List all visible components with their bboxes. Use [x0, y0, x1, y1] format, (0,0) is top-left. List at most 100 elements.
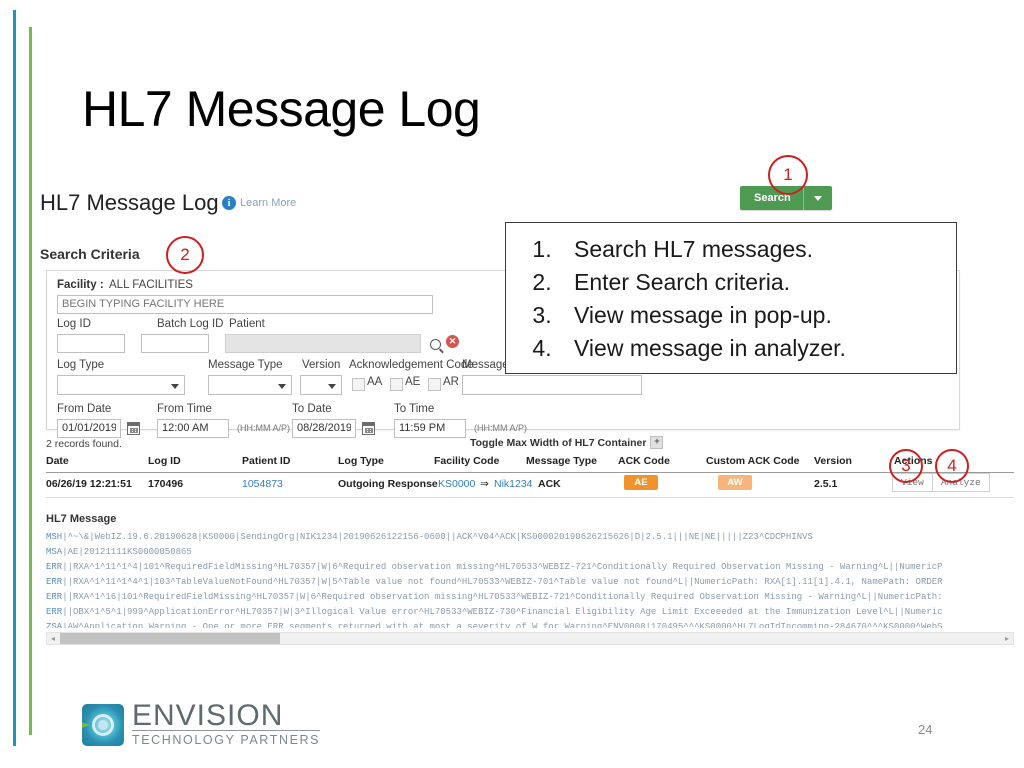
- marker-3: 3: [889, 449, 923, 483]
- message-type-label: Message Type: [208, 359, 283, 371]
- ack-checkbox-aa[interactable]: [352, 378, 365, 391]
- marker-2: 2: [166, 236, 204, 274]
- hl7-segment-text: |^~\&|WebIZ.19.6.20190628|KS0000|Sending…: [62, 532, 813, 542]
- column-header-log-type[interactable]: Log Type: [338, 455, 384, 467]
- cell-custom-ack-code-badge: AW: [718, 475, 752, 490]
- search-criteria-heading: Search Criteria: [40, 246, 140, 262]
- ack-checkbox-ae[interactable]: [390, 378, 403, 391]
- hl7-segment-id: ERR: [46, 562, 63, 572]
- cell-ack-code-badge: AE: [624, 475, 658, 490]
- envision-logo: ENVISION TECHNOLOGY PARTNERS: [82, 701, 321, 747]
- column-header-log-id[interactable]: Log ID: [148, 455, 181, 467]
- from-time-hint: (HH:MM A/P): [237, 423, 290, 433]
- from-time-label: From Time: [157, 403, 212, 415]
- info-icon: i: [222, 196, 236, 210]
- search-dropdown-toggle[interactable]: [802, 186, 832, 210]
- patient-input[interactable]: [225, 334, 421, 353]
- message-text-input[interactable]: [462, 375, 642, 395]
- column-header-message-type[interactable]: Message Type: [526, 455, 597, 467]
- hl7-segment-text: ||RXA^1^16|101^RequiredFieldMissing^HL70…: [62, 592, 943, 602]
- facility-value: ALL FACILITIES: [109, 279, 193, 291]
- clear-x-icon[interactable]: ✕: [446, 335, 459, 348]
- table-header-row: Date Log ID Patient ID Log Type Facility…: [46, 452, 1014, 473]
- marker-4: 4: [935, 449, 969, 483]
- hl7-segment-id: ZSA: [46, 622, 63, 628]
- hl7-line: MSA|AE|20121111KS0000050865: [46, 545, 1014, 560]
- version-label: Version: [302, 359, 341, 371]
- hl7-line: ERR||RXA^1^16|101^RequiredFieldMissing^H…: [46, 590, 1014, 605]
- instruction-item: Search HL7 messages.: [558, 233, 956, 266]
- hl7-line: ERR||OBX^1^5^1|999^ApplicationError^HL70…: [46, 605, 1014, 620]
- toggle-max-width-label: Toggle Max Width of HL7 Container: [470, 436, 647, 449]
- calendar-icon[interactable]: [362, 422, 375, 435]
- magnifier-icon[interactable]: [430, 337, 441, 355]
- cell-message-type: ACK: [538, 478, 561, 490]
- hl7-segment-text: ||RXA^1^11^1^4|101^RequiredFieldMissing^…: [62, 562, 943, 572]
- log-type-select[interactable]: [57, 375, 185, 395]
- green-arrow-icon: [82, 717, 90, 732]
- cell-version: 2.5.1: [814, 478, 838, 490]
- hl7-message-body[interactable]: MSH|^~\&|WebIZ.19.6.20190628|KS0000|Send…: [46, 530, 1014, 628]
- learn-more-link[interactable]: i Learn More: [222, 196, 296, 210]
- ack-checkbox-ar[interactable]: [428, 378, 441, 391]
- page-number: 24: [918, 722, 933, 737]
- log-id-label: Log ID: [57, 318, 91, 330]
- cell-facility-to[interactable]: Nik1234: [494, 478, 533, 490]
- table-row[interactable]: 06/26/19 12:21:51 170496 1054873 Outgoin…: [46, 473, 1014, 498]
- column-header-version[interactable]: Version: [814, 455, 852, 467]
- hl7-horizontal-scrollbar[interactable]: ◂ ▸: [46, 632, 1014, 645]
- version-select[interactable]: [300, 375, 342, 395]
- instructions-callout: Search HL7 messages. Enter Search criter…: [505, 222, 957, 374]
- patient-label: Patient: [229, 318, 265, 330]
- toggle-max-width-control[interactable]: Toggle Max Width of HL7 Container +: [470, 436, 664, 449]
- hl7-segment-id: MSA: [46, 547, 63, 557]
- plus-icon: +: [650, 436, 664, 449]
- arrow-icon: ⇒: [480, 478, 489, 490]
- ack-option-label-ar: AR: [443, 376, 459, 388]
- ack-option-label-ae: AE: [405, 376, 421, 388]
- scroll-left-arrow-icon[interactable]: ◂: [47, 634, 59, 643]
- hl7-line: MSH|^~\&|WebIZ.19.6.20190628|KS0000|Send…: [46, 530, 1014, 545]
- chevron-down-icon: [278, 384, 286, 389]
- hl7-line: ERR||RXA^1^11^1^4^1|103^TableValueNotFou…: [46, 575, 1014, 590]
- caret-down-icon: [813, 195, 822, 201]
- logo-tagline: TECHNOLOGY PARTNERS: [132, 733, 321, 747]
- accent-rule-teal: [13, 10, 16, 746]
- marker-1: 1: [768, 155, 808, 195]
- accent-rule-green: [29, 27, 32, 735]
- hl7-segment-id: ERR: [46, 577, 63, 587]
- to-time-input[interactable]: [394, 419, 466, 438]
- column-header-custom-ack-code[interactable]: Custom ACK Code: [706, 455, 800, 467]
- from-time-input[interactable]: [157, 419, 229, 438]
- to-time-hint: (HH:MM A/P): [474, 423, 527, 433]
- cell-facility-from[interactable]: KS0000: [438, 478, 475, 490]
- hl7-segment-id: ERR: [46, 592, 63, 602]
- calendar-icon[interactable]: [127, 422, 140, 435]
- slide-canvas: HL7 Message Log HL7 Message Log i Learn …: [0, 0, 1024, 768]
- hl7-segment-text: ||RXA^1^11^1^4^1|103^TableValueNotFound^…: [62, 577, 943, 587]
- facility-label: Facility :: [57, 279, 104, 291]
- cell-patient-id[interactable]: 1054873: [242, 478, 283, 490]
- cell-log-id: 170496: [148, 478, 184, 490]
- hl7-segment-id: ERR: [46, 607, 63, 617]
- hl7-segment-text: |AE|20121111KS0000050865: [62, 547, 192, 557]
- hl7-segment-text: ||OBX^1^5^1|999^ApplicationError^HL70357…: [62, 607, 943, 617]
- from-date-input[interactable]: [57, 419, 121, 438]
- facility-input[interactable]: [57, 295, 433, 314]
- batch-log-id-input[interactable]: [141, 334, 209, 353]
- ack-code-label: Acknowledgement Code: [349, 359, 474, 371]
- log-id-input[interactable]: [57, 334, 125, 353]
- instruction-item: View message in pop-up.: [558, 299, 956, 332]
- column-header-patient-id[interactable]: Patient ID: [242, 455, 290, 467]
- column-header-date[interactable]: Date: [46, 455, 69, 467]
- to-date-input[interactable]: [292, 419, 356, 438]
- scroll-right-arrow-icon[interactable]: ▸: [1001, 634, 1013, 643]
- hl7-message-heading: HL7 Message: [46, 513, 117, 525]
- column-header-ack-code[interactable]: ACK Code: [618, 455, 670, 467]
- message-type-select[interactable]: [208, 375, 292, 395]
- instruction-item: View message in analyzer.: [558, 332, 956, 365]
- column-header-facility-code[interactable]: Facility Code: [434, 455, 499, 467]
- app-title: HL7 Message Log: [40, 190, 219, 215]
- logo-company-name: ENVISION: [132, 701, 321, 731]
- scrollbar-thumb[interactable]: [60, 633, 280, 644]
